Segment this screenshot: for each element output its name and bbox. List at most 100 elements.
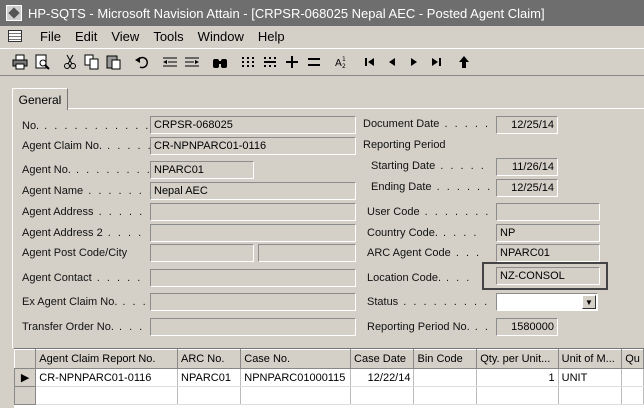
agent-contact-label: Agent Contact . . . . .	[22, 272, 143, 284]
status-label-text: Status	[367, 296, 399, 308]
col-qu[interactable]: Qu	[621, 349, 644, 369]
no-field[interactable]: CRPSR-068025	[150, 116, 356, 134]
arc-agent-code-field[interactable]: NPARC01	[496, 244, 600, 262]
menu-file-label: File	[40, 28, 61, 44]
lines-grid: Agent Claim Report No. ARC No. Case No. …	[13, 348, 644, 408]
table-row-empty[interactable]	[13, 386, 644, 405]
document-date-label-text: Document Date	[363, 118, 440, 130]
undo-icon[interactable]	[132, 52, 152, 72]
cell-bin-code[interactable]	[413, 368, 478, 387]
ex-agent-claim-field[interactable]	[150, 293, 356, 311]
agent-city-field[interactable]	[258, 244, 356, 262]
find-icon[interactable]	[210, 52, 230, 72]
agent-address2-field[interactable]	[150, 224, 356, 242]
country-code-field[interactable]: NP	[496, 224, 600, 242]
col-bin-code[interactable]: Bin Code	[413, 349, 478, 369]
tab-general[interactable]: General	[12, 88, 68, 110]
row-selector-empty[interactable]	[13, 386, 37, 405]
agent-name-field[interactable]: Nepal AEC	[150, 182, 356, 200]
reporting-period-no-label-text: Reporting Period No.	[367, 321, 470, 333]
menu-edit-label: Edit	[74, 28, 98, 44]
col-case-date[interactable]: Case Date	[350, 349, 415, 369]
status-label: Status . . . . . . . . .	[367, 296, 490, 308]
lines-table: Agent Claim Report No. ARC No. Case No. …	[13, 349, 644, 405]
paste-icon[interactable]	[104, 52, 124, 72]
svg-text:1: 1	[342, 56, 346, 63]
chevron-down-icon[interactable]: ▼	[582, 295, 596, 309]
up-icon[interactable]	[454, 52, 474, 72]
document-menu[interactable]	[8, 30, 26, 42]
cut-icon[interactable]	[60, 52, 80, 72]
filter-grid-icon[interactable]	[238, 52, 258, 72]
location-code-field[interactable]: NZ-CONSOL	[496, 267, 600, 285]
no-label: No. . . . . . . . . . . . .	[22, 120, 161, 132]
menu-file[interactable]: File	[40, 29, 61, 44]
menu-edit[interactable]: Edit	[75, 29, 97, 44]
row-selector[interactable]: ▶	[13, 368, 37, 387]
cell-case-date[interactable]: 12/22/14	[350, 368, 415, 387]
user-code-label: User Code . . . . . . .	[367, 206, 491, 218]
menu-tools-label: Tools	[153, 28, 184, 44]
last-record-icon[interactable]	[426, 52, 446, 72]
print-icon[interactable]	[10, 52, 30, 72]
agent-post-code-label: Agent Post Code/City	[22, 247, 127, 259]
ex-agent-claim-label-text: Ex Agent Claim No.	[22, 296, 118, 308]
indent-right-icon[interactable]	[182, 52, 202, 72]
agent-claim-no-field[interactable]: CR-NPNPARC01-0116	[150, 137, 356, 155]
col-unit-of-measure[interactable]: Unit of M...	[557, 349, 623, 369]
sort-icon[interactable]: A12	[332, 52, 352, 72]
row-header-corner	[13, 349, 37, 369]
menu-tools[interactable]: Tools	[153, 29, 183, 44]
cell-arc-no[interactable]: NPARC01	[177, 368, 242, 387]
cell-qu[interactable]	[621, 368, 644, 387]
svg-text:2: 2	[342, 63, 346, 70]
list-icon[interactable]	[304, 52, 324, 72]
arc-agent-code-label: ARC Agent Code . . .	[367, 247, 482, 259]
col-qty-per-unit[interactable]: Qty. per Unit...	[476, 349, 559, 369]
next-record-icon[interactable]	[404, 52, 424, 72]
indent-left-icon[interactable]	[160, 52, 180, 72]
filter-field-icon[interactable]	[260, 52, 280, 72]
agent-post-code-label-text: Agent Post Code/City	[22, 247, 128, 259]
col-arc-no[interactable]: ARC No.	[177, 349, 242, 369]
table-row[interactable]: ▶ CR-NPNPARC01-0116 NPARC01 NPNPARC01000…	[13, 368, 644, 387]
previous-record-icon[interactable]	[382, 52, 402, 72]
cell-case-no[interactable]: NPNPARC01000115	[240, 368, 352, 387]
menu-window-label: Window	[197, 28, 244, 44]
transfer-order-label-text: Transfer Order No.	[22, 321, 114, 333]
document-date-field[interactable]: 12/25/14	[496, 116, 558, 134]
toolbar: A12	[0, 48, 644, 76]
print-preview-icon[interactable]	[32, 52, 52, 72]
agent-contact-field[interactable]	[150, 269, 356, 287]
add-icon[interactable]	[282, 52, 302, 72]
user-code-label-text: User Code	[367, 206, 420, 218]
ending-date-label-text: Ending Date	[371, 181, 432, 193]
agent-address-label: Agent Address . . . . .	[22, 206, 145, 218]
agent-claim-no-label: Agent Claim No. . . . . . .	[22, 140, 163, 152]
col-case-no[interactable]: Case No.	[240, 349, 352, 369]
menu-help[interactable]: Help	[258, 29, 285, 44]
starting-date-label: Starting Date . . . . .	[371, 160, 486, 172]
cell-agent-claim-report-no[interactable]: CR-NPNPARC01-0116	[35, 368, 179, 387]
menu-bar: File Edit View Tools Window Help	[0, 26, 644, 46]
country-code-label: Country Code. . . . .	[367, 227, 479, 239]
reporting-period-no-field[interactable]: 1580000	[496, 318, 558, 336]
col-agent-claim-report-no[interactable]: Agent Claim Report No.	[35, 349, 179, 369]
agent-contact-label-text: Agent Contact	[22, 272, 92, 284]
document-icon	[8, 30, 22, 42]
agent-no-field[interactable]: NPARC01	[150, 161, 254, 179]
ending-date-field[interactable]: 12/25/14	[496, 179, 558, 197]
agent-post-code-field[interactable]	[150, 244, 254, 262]
agent-address-field[interactable]	[150, 203, 356, 221]
user-code-field[interactable]	[496, 203, 600, 221]
transfer-order-field[interactable]	[150, 318, 356, 336]
cell-unit-of-measure[interactable]: UNIT	[558, 368, 623, 387]
menu-window[interactable]: Window	[198, 29, 244, 44]
copy-icon[interactable]	[82, 52, 102, 72]
menu-view[interactable]: View	[111, 29, 139, 44]
cell-qty-per-unit[interactable]: 1	[476, 368, 559, 387]
first-record-icon[interactable]	[360, 52, 380, 72]
starting-date-field[interactable]: 11/26/14	[496, 158, 558, 176]
app-icon	[6, 5, 22, 21]
status-dropdown[interactable]: ▼	[496, 293, 598, 311]
